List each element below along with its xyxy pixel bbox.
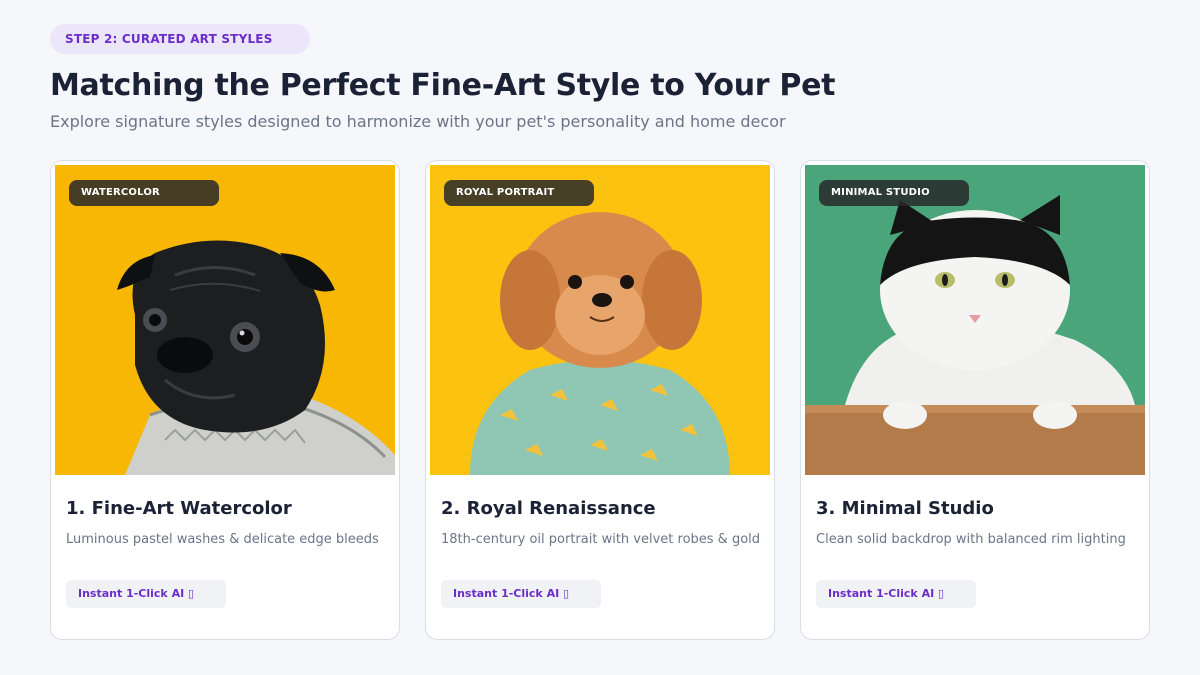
card-title: 3. Minimal Studio	[816, 498, 994, 519]
card-description: Luminous pastel washes & delicate edge b…	[66, 532, 379, 547]
step-label: STEP 2: CURATED ART STYLES	[50, 24, 310, 54]
page-title: Matching the Perfect Fine-Art Style to Y…	[50, 68, 836, 103]
style-card-minimal-studio[interactable]: MINIMAL STUDIO 3. Minimal Studio Clean s…	[800, 160, 1150, 640]
instant-ai-button[interactable]: Instant 1-Click AI ▯	[816, 580, 976, 608]
style-card-royal-portrait[interactable]: ROYAL PORTRAIT 2. Royal Renaissance 18th…	[425, 160, 775, 640]
card-title: 2. Royal Renaissance	[441, 498, 656, 519]
style-card-watercolor[interactable]: WATERCOLOR 1. Fine-Art Watercolor Lumino…	[50, 160, 400, 640]
style-badge: MINIMAL STUDIO	[819, 180, 969, 206]
style-badge: ROYAL PORTRAIT	[444, 180, 594, 206]
page-subtitle: Explore signature styles designed to har…	[50, 112, 786, 131]
instant-ai-button[interactable]: Instant 1-Click AI ▯	[441, 580, 601, 608]
style-badge: WATERCOLOR	[69, 180, 219, 206]
card-description: Clean solid backdrop with balanced rim l…	[816, 532, 1126, 547]
pug-photo: WATERCOLOR	[55, 165, 395, 475]
card-title: 1. Fine-Art Watercolor	[66, 498, 292, 519]
instant-ai-button[interactable]: Instant 1-Click AI ▯	[66, 580, 226, 608]
card-description: 18th-century oil portrait with velvet ro…	[441, 532, 761, 547]
puppy-photo: ROYAL PORTRAIT	[430, 165, 770, 475]
cat-photo: MINIMAL STUDIO	[805, 165, 1145, 475]
